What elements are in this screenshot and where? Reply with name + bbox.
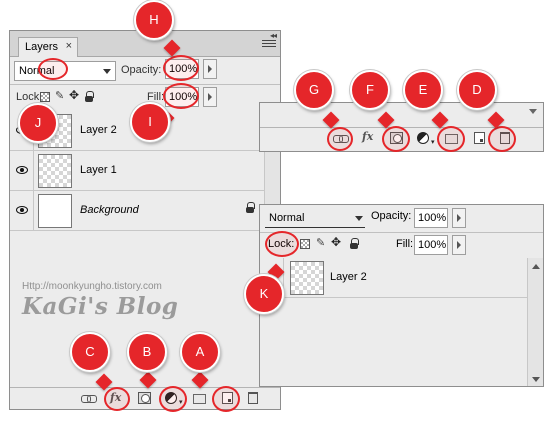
highlight-ring-link: [327, 127, 353, 151]
collapse-icon[interactable]: ◂◂: [270, 31, 277, 40]
visibility-toggle[interactable]: [10, 151, 34, 191]
lock-transparent-icon[interactable]: [40, 92, 50, 102]
opacity-label: Opacity:: [121, 64, 162, 76]
fill-input[interactable]: 100%: [414, 235, 448, 255]
blend-mode-value: Normal: [269, 212, 305, 224]
lock-position-move-icon[interactable]: ✥: [69, 88, 79, 102]
highlight-ring-adjust: [159, 386, 187, 412]
group-folder-icon[interactable]: [193, 394, 206, 404]
callout-f: F: [350, 70, 390, 110]
layer-thumbnail: [38, 194, 72, 228]
layer-thumbnail: [290, 261, 324, 295]
blend-mode-select[interactable]: Normal: [265, 209, 367, 229]
lock-all-padlock-icon[interactable]: [85, 91, 94, 102]
chevron-down-icon: [103, 69, 111, 74]
layer-mask-icon[interactable]: [138, 392, 151, 404]
layer-locked-padlock-icon: [246, 202, 255, 213]
fx-icon[interactable]: fx: [362, 130, 373, 144]
callout-i: I: [130, 102, 170, 142]
lock-label: Lock:: [16, 91, 43, 103]
callout-k: K: [244, 274, 284, 314]
divider: [10, 84, 280, 85]
callout-c: C: [70, 332, 110, 372]
layer-thumbnail: [38, 154, 72, 188]
opacity-input[interactable]: 100%: [414, 208, 448, 228]
opacity-label: Opacity:: [371, 210, 412, 222]
chevron-down-icon: ▾: [431, 139, 435, 146]
layer-name: Background: [80, 204, 139, 216]
tab-layers-label: Layers: [25, 41, 59, 53]
lock-position-move-icon[interactable]: ✥: [331, 235, 341, 249]
highlight-ring-folder: [437, 126, 465, 152]
fill-slider-toggle[interactable]: [452, 235, 466, 255]
chevron-down-icon: [355, 216, 363, 221]
callout-a: A: [180, 332, 220, 372]
callout-j: J: [18, 103, 58, 143]
fill-label: Fill:: [396, 238, 414, 250]
layer-name: Layer 1: [80, 164, 117, 176]
highlight-ring-lock: [265, 231, 299, 257]
layer-row-layer-2[interactable]: Layer 2: [260, 258, 527, 298]
panel-menu-icon[interactable]: [262, 40, 276, 50]
tab-layers[interactable]: Layers ×: [18, 37, 78, 57]
zoom-layers-inset: Normal Opacity: 100% Lock: ✎ ✥ Fill: 100…: [259, 204, 544, 387]
close-icon[interactable]: ×: [66, 40, 72, 52]
highlight-ring-fx: [104, 387, 130, 411]
watermark-blog-title: KaGi's Blog: [22, 293, 179, 320]
lock-image-brush-icon[interactable]: ✎: [55, 89, 64, 102]
scroll-up-icon[interactable]: [532, 264, 540, 269]
adjustment-layer-icon[interactable]: [417, 132, 429, 144]
scroll-down-icon[interactable]: [532, 377, 540, 382]
trash-icon[interactable]: [248, 392, 258, 404]
eye-icon: [16, 166, 28, 174]
eye-icon: [16, 206, 28, 214]
highlight-ring-new-layer: [212, 386, 240, 412]
select-underline: [265, 227, 365, 228]
lock-transparent-icon[interactable]: [300, 239, 310, 249]
opacity-value: 100%: [418, 212, 447, 224]
callout-e: E: [403, 70, 443, 110]
callout-d: D: [457, 70, 497, 110]
layer-name: Layer 2: [80, 124, 117, 136]
layer-row-background[interactable]: Background: [10, 191, 264, 231]
highlight-ring-trash: [488, 126, 516, 152]
layers-scrollbar[interactable]: [527, 258, 543, 386]
highlight-ring-opacity: [163, 55, 199, 81]
link-layers-icon[interactable]: [81, 392, 97, 406]
new-layer-icon[interactable]: [474, 132, 485, 144]
highlight-ring-blend: [38, 58, 68, 80]
watermark: Http://moonkyungho.tistory.com KaGi's Bl…: [22, 281, 178, 320]
callout-g: G: [294, 70, 334, 110]
lock-image-brush-icon[interactable]: ✎: [316, 236, 325, 249]
highlight-ring-fill: [163, 83, 199, 109]
highlight-ring-mask: [382, 126, 410, 152]
opacity-slider-toggle[interactable]: [452, 208, 466, 228]
fill-value: 100%: [418, 239, 447, 251]
callout-b: B: [127, 332, 167, 372]
divider: [260, 232, 543, 233]
lock-all-padlock-icon[interactable]: [350, 238, 359, 249]
layer-name: Layer 2: [330, 271, 367, 283]
watermark-url: Http://moonkyungho.tistory.com: [22, 281, 162, 292]
opacity-slider-toggle[interactable]: [203, 59, 217, 79]
visibility-toggle[interactable]: [10, 191, 34, 231]
layer-row-layer-1[interactable]: Layer 1: [10, 151, 264, 191]
callout-h: H: [134, 0, 174, 40]
fill-slider-toggle[interactable]: [203, 87, 217, 107]
chevron-down-icon: [529, 109, 537, 114]
